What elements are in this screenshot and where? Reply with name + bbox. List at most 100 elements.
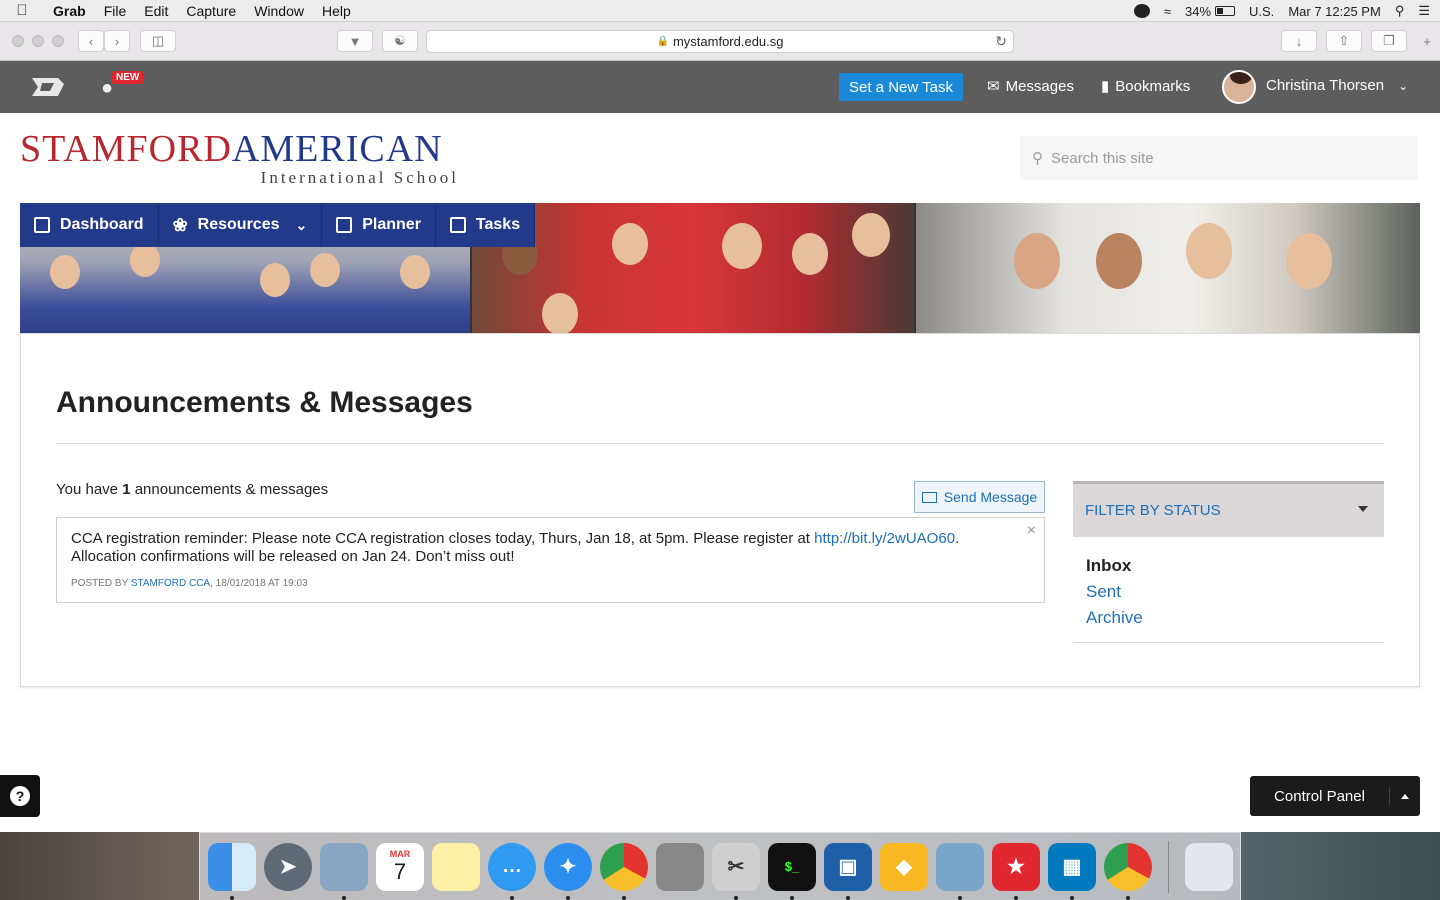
new-tab-button[interactable]: + (1416, 30, 1438, 52)
messages-link[interactable]: ✉ Messages (987, 77, 1074, 96)
wunderlist-icon[interactable]: ★ (992, 842, 1040, 900)
nav-planner[interactable]: Planner (322, 203, 436, 247)
chrome-canary-icon[interactable] (1104, 842, 1152, 900)
message-body: CCA registration reminder: Please note C… (71, 530, 1021, 566)
posted-by-prefix: POSTED BY (71, 578, 129, 589)
bookmarks-label: Bookmarks (1115, 77, 1191, 95)
menu-capture[interactable]: Capture (177, 3, 245, 19)
nav-planner-label: Planner (362, 216, 421, 233)
back-button[interactable]: ‹ (78, 30, 104, 52)
sketch-icon[interactable]: ◆ (880, 842, 928, 891)
checkbox-icon (449, 217, 466, 233)
site-logo-icon[interactable] (28, 74, 68, 100)
envelope-icon: ✉ (987, 78, 1000, 95)
page-title: Announcements & Messages (56, 386, 473, 419)
calendar-app-icon[interactable]: MAR 7 (376, 842, 424, 891)
count-value: 1 (122, 481, 131, 498)
window-manager-icon[interactable]: ▣ (824, 842, 872, 900)
nav-tasks[interactable]: Tasks (436, 203, 536, 247)
question-icon: ? (10, 786, 30, 806)
launchpad-icon[interactable]: ➤ (264, 842, 312, 891)
terminal-icon[interactable]: $_ (768, 842, 816, 900)
address-bar[interactable]: 🔒 mystamford.edu.sg ↻ (426, 30, 1014, 53)
trash-icon[interactable] (1185, 842, 1233, 891)
battery-status[interactable]: 34% (1184, 3, 1236, 19)
calculator-icon[interactable] (656, 842, 704, 891)
close-icon[interactable]: × (1027, 522, 1036, 540)
message-link[interactable]: http://bit.ly/2wUAO60 (814, 530, 955, 547)
filter-item-archive[interactable]: Archive (1086, 605, 1143, 631)
count-suffix: announcements & messages (134, 481, 329, 498)
calendar-day: 7 (393, 859, 407, 884)
menu-help[interactable]: Help (313, 3, 360, 19)
caret-up-icon[interactable] (1390, 793, 1420, 799)
chevron-down-icon: ⌄ (295, 216, 308, 233)
filter-divider (1073, 642, 1384, 643)
forward-button[interactable]: › (104, 30, 130, 52)
filter-item-sent[interactable]: Sent (1086, 579, 1143, 605)
spotlight-search-icon[interactable]: ⚲ (1395, 3, 1405, 19)
school-logo[interactable]: STAMFORDAMERICAN International School (20, 130, 465, 188)
reload-icon[interactable]: ↻ (995, 33, 1007, 50)
preview-icon[interactable] (936, 842, 984, 900)
notes-icon[interactable] (432, 842, 480, 891)
sidebar-icon: ◫ (151, 33, 165, 48)
trello-icon[interactable]: ▦ (1048, 842, 1096, 900)
finder-icon[interactable] (208, 842, 256, 900)
search-placeholder: Search this site (1051, 149, 1154, 167)
sidebar-toggle-button[interactable]: ◫ (140, 30, 176, 52)
nav-dashboard[interactable]: Dashboard (20, 203, 159, 247)
control-panel-button[interactable]: Control Panel (1250, 776, 1420, 816)
send-message-label: Send Message (943, 489, 1038, 505)
dock: ➤ MAR 7 … ✦ ✂ $_ ▣ ◆ ★ ▦ (199, 832, 1241, 900)
bookmarks-link[interactable]: ▮ Bookmarks (1101, 77, 1191, 96)
zoom-window-button[interactable] (52, 35, 64, 47)
messages-app-icon[interactable]: … (488, 842, 536, 900)
plus-icon: + (1423, 33, 1431, 49)
menu-file[interactable]: File (95, 3, 136, 19)
battery-percent: 34% (1184, 3, 1212, 19)
extension-button[interactable]: ☯ (382, 30, 418, 52)
brand-subtitle: International School (260, 168, 459, 187)
user-menu[interactable]: Christina Thorsen ⌄ (1266, 77, 1408, 94)
close-window-button[interactable] (12, 35, 24, 47)
title-divider (56, 443, 1384, 444)
flower-icon: ❀ (172, 214, 188, 235)
message-item[interactable]: CCA registration reminder: Please note C… (56, 517, 1045, 603)
filter-by-status-dropdown[interactable]: FILTER BY STATUS (1073, 481, 1384, 537)
input-source[interactable]: U.S. (1249, 4, 1274, 19)
apple-menu-icon[interactable]:  (0, 2, 44, 19)
nav-resources[interactable]: ❀ Resources ⌄ (159, 203, 323, 247)
new-badge: NEW (112, 71, 144, 84)
filter-item-inbox[interactable]: Inbox (1086, 553, 1143, 579)
safari-icon[interactable]: ✦ (544, 842, 592, 900)
count-prefix: You have (56, 481, 119, 498)
downloads-button[interactable]: ↓ (1281, 30, 1317, 52)
minimize-window-button[interactable] (32, 35, 44, 47)
main-navigation: Dashboard ❀ Resources ⌄ Planner Tasks (20, 203, 536, 247)
tabs-overview-button[interactable]: ❐ (1371, 30, 1407, 52)
menu-app-name[interactable]: Grab (44, 3, 95, 19)
help-button[interactable]: ? (0, 775, 40, 817)
chrome-icon[interactable] (600, 842, 648, 900)
extension-icon: ☯ (394, 33, 406, 48)
site-search-input[interactable]: ⚲ Search this site (1020, 136, 1418, 180)
status-app-icon[interactable] (1133, 4, 1150, 18)
menu-window[interactable]: Window (245, 3, 313, 19)
wifi-icon[interactable]: ≈ (1164, 4, 1171, 19)
filter-heading: FILTER BY STATUS (1085, 502, 1221, 519)
clock[interactable]: Mar 7 12:25 PM (1288, 4, 1381, 19)
send-message-button[interactable]: Send Message (914, 481, 1045, 513)
grab-scissors-icon[interactable]: ✂ (712, 842, 760, 900)
message-meta: POSTED BY STAMFORD CCA, 18/01/2018 AT 19… (71, 578, 308, 589)
notification-center-icon[interactable]: ☰ (1418, 3, 1430, 19)
menu-edit[interactable]: Edit (135, 3, 177, 19)
grid-icon (34, 217, 50, 233)
posted-by-link[interactable]: STAMFORD CCA (131, 578, 210, 589)
avatar[interactable] (1222, 70, 1256, 104)
pocket-button[interactable]: ▼ (337, 30, 373, 52)
mail-stamp-icon[interactable] (320, 842, 368, 900)
set-new-task-button[interactable]: Set a New Task (839, 73, 963, 101)
user-name: Christina Thorsen (1266, 77, 1385, 94)
share-button[interactable]: ⇧ (1326, 30, 1362, 52)
